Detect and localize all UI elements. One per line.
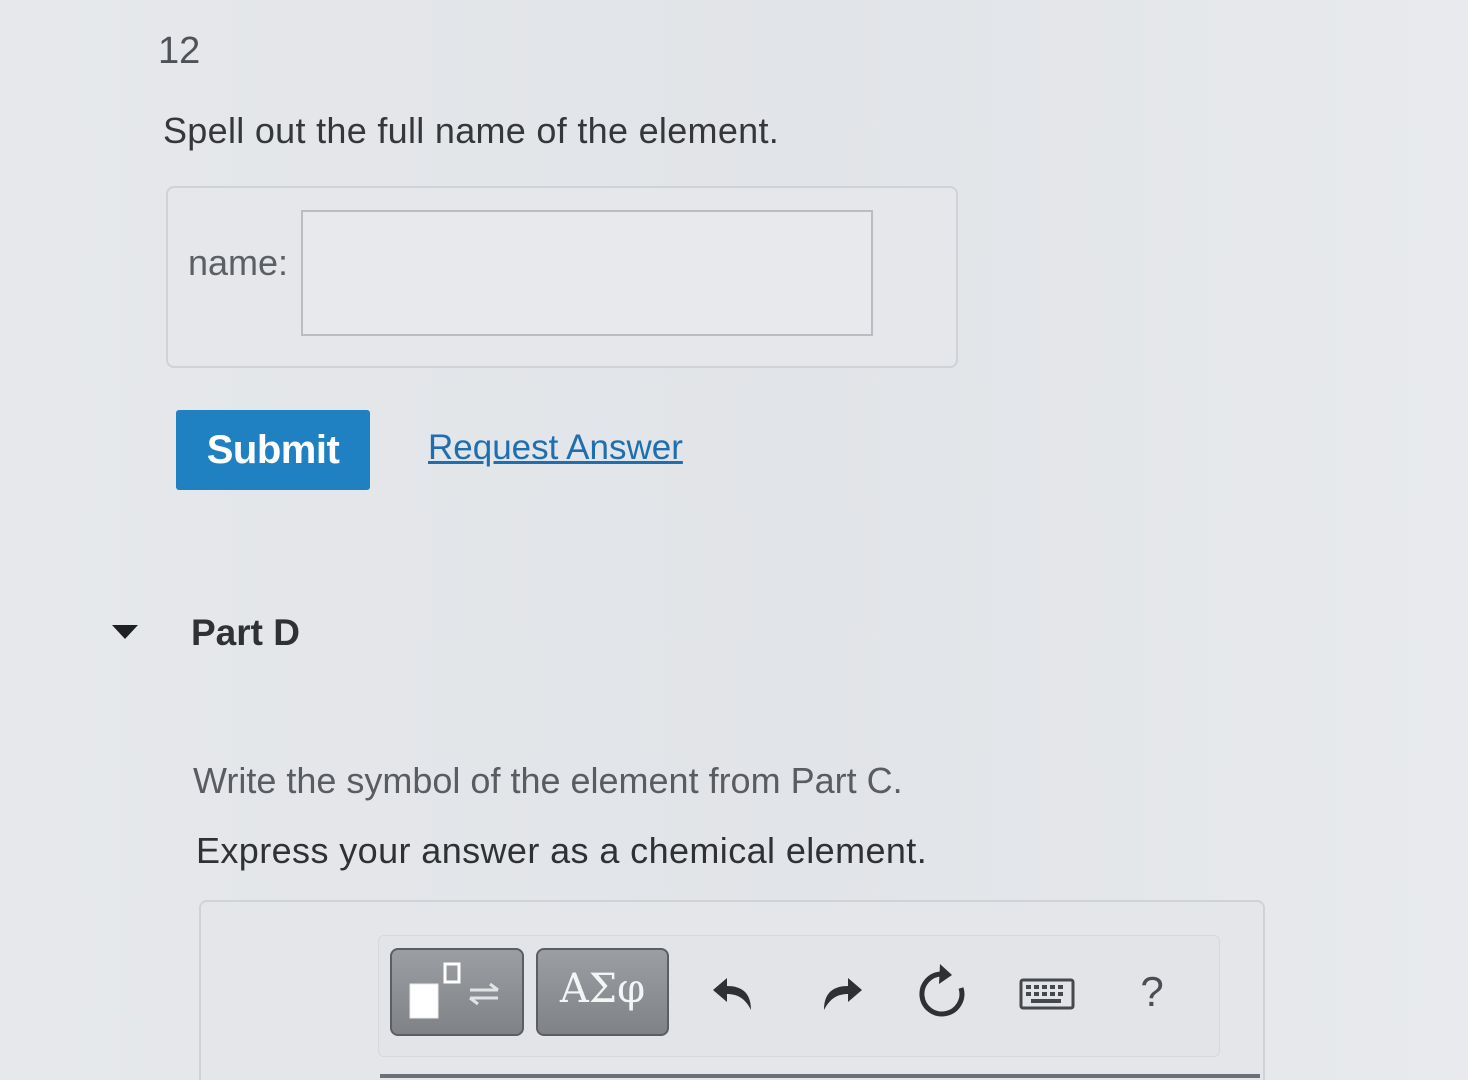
- submit-button[interactable]: Submit: [176, 410, 370, 490]
- problem-number: 12: [158, 30, 201, 72]
- answer-format-instruction: Express your answer as a chemical elemen…: [196, 830, 928, 871]
- reset-icon: [919, 964, 965, 1017]
- name-input[interactable]: [301, 210, 873, 336]
- help-icon: ?: [1140, 968, 1164, 1015]
- symbols-button[interactable]: ΑΣφ: [536, 948, 669, 1036]
- editor-bottom-border: [380, 1074, 1260, 1078]
- collapse-caret-icon[interactable]: [110, 622, 140, 642]
- name-label: name:: [188, 242, 289, 283]
- redo-button[interactable]: [810, 962, 870, 1022]
- undo-icon: [713, 978, 751, 1010]
- templates-icon: [409, 962, 499, 1019]
- redo-icon: [824, 978, 862, 1010]
- templates-button[interactable]: [390, 948, 524, 1036]
- page: 12 Spell out the full name of the elemen…: [0, 0, 1468, 1080]
- keyboard-button[interactable]: [1017, 962, 1077, 1022]
- part-title: Part D: [191, 612, 300, 653]
- undo-button[interactable]: [705, 962, 765, 1022]
- keyboard-icon: [1019, 978, 1075, 1010]
- reset-button[interactable]: [912, 962, 972, 1022]
- request-answer-link[interactable]: Request Answer: [428, 428, 683, 468]
- answer-box: name:: [166, 186, 958, 368]
- symbols-label: ΑΣφ: [559, 966, 646, 1012]
- part-instruction: Write the symbol of the element from Par…: [193, 760, 903, 801]
- question-prompt: Spell out the full name of the element.: [163, 110, 780, 151]
- help-button[interactable]: ?: [1122, 962, 1182, 1022]
